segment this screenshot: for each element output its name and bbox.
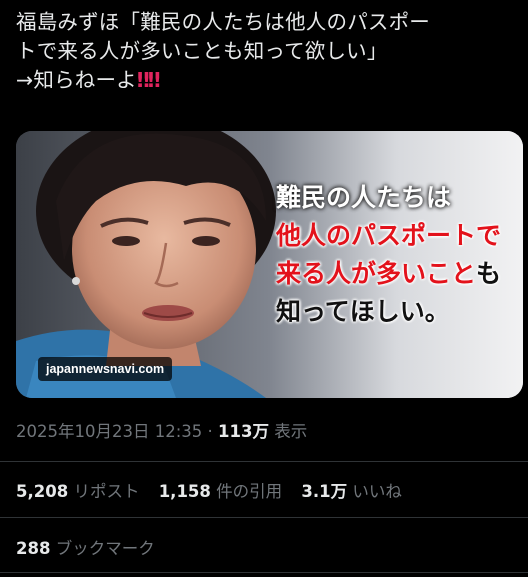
tweet-line-3-text: →知らねーよ — [16, 68, 137, 92]
caption-line-3-dark-text: も — [475, 259, 501, 288]
caption-line-3-red-text: 来る人が多いこと — [275, 259, 476, 288]
tweet-timestamp[interactable]: 2025年10月23日 12:35 — [16, 422, 202, 441]
bookmarks-stat[interactable]: 288 ブックマーク — [16, 535, 155, 559]
divider-bottom — [0, 572, 528, 573]
tweet-line-2: トで来る人が多いことも知って欲しい」 — [16, 39, 388, 63]
views-label: 表示 — [274, 422, 308, 441]
image-caption: 難民の人たちは 他人のパスポートで 来る人が多いことも 知ってほしい。 — [276, 179, 501, 331]
engagement-stats: 5,208 リポスト 1,158 件の引用 3.1万 いいね — [16, 478, 416, 502]
meta-separator: · — [207, 422, 213, 441]
caption-line-1-text: 難民の人たちは — [275, 183, 451, 212]
divider-middle — [0, 517, 528, 518]
reposts-label[interactable]: リポスト — [73, 482, 139, 501]
double-exclamation-emoji: ‼‼ — [136, 68, 161, 92]
views-count: 113万 — [218, 422, 269, 441]
quotes-label[interactable]: 件の引用 — [216, 482, 282, 501]
likes-label[interactable]: いいね — [352, 482, 402, 501]
watermark-label: japannewsnavi.com — [38, 357, 173, 381]
tweet-line-1: 福島みずほ「難民の人たちは他人のパスポー — [16, 10, 430, 34]
bookmarks-label: ブックマーク — [55, 539, 155, 558]
tweet-media-image[interactable]: 難民の人たちは 他人のパスポートで 来る人が多いことも 知ってほしい。 japa… — [16, 131, 523, 398]
caption-line-3: 来る人が多いことも — [276, 255, 501, 293]
caption-line-4-text: 知ってほしい。 — [275, 297, 450, 326]
caption-line-2-text: 他人のパスポートで — [275, 221, 501, 250]
quotes-count[interactable]: 1,158 — [159, 482, 211, 501]
divider-top — [0, 461, 528, 462]
tweet-line-3: →知らねーよ‼‼ — [16, 66, 516, 95]
caption-line-1: 難民の人たちは — [276, 179, 501, 217]
tweet-meta: 2025年10月23日 12:35 · 113万 表示 — [16, 418, 307, 442]
caption-line-4: 知ってほしい。 — [276, 293, 501, 331]
reposts-count[interactable]: 5,208 — [16, 482, 68, 501]
likes-count[interactable]: 3.1万 — [301, 482, 347, 501]
caption-line-2: 他人のパスポートで — [276, 217, 501, 255]
bookmarks-count: 288 — [16, 539, 51, 558]
tweet-text: 福島みずほ「難民の人たちは他人のパスポー トで来る人が多いことも知って欲しい」 … — [16, 8, 516, 95]
